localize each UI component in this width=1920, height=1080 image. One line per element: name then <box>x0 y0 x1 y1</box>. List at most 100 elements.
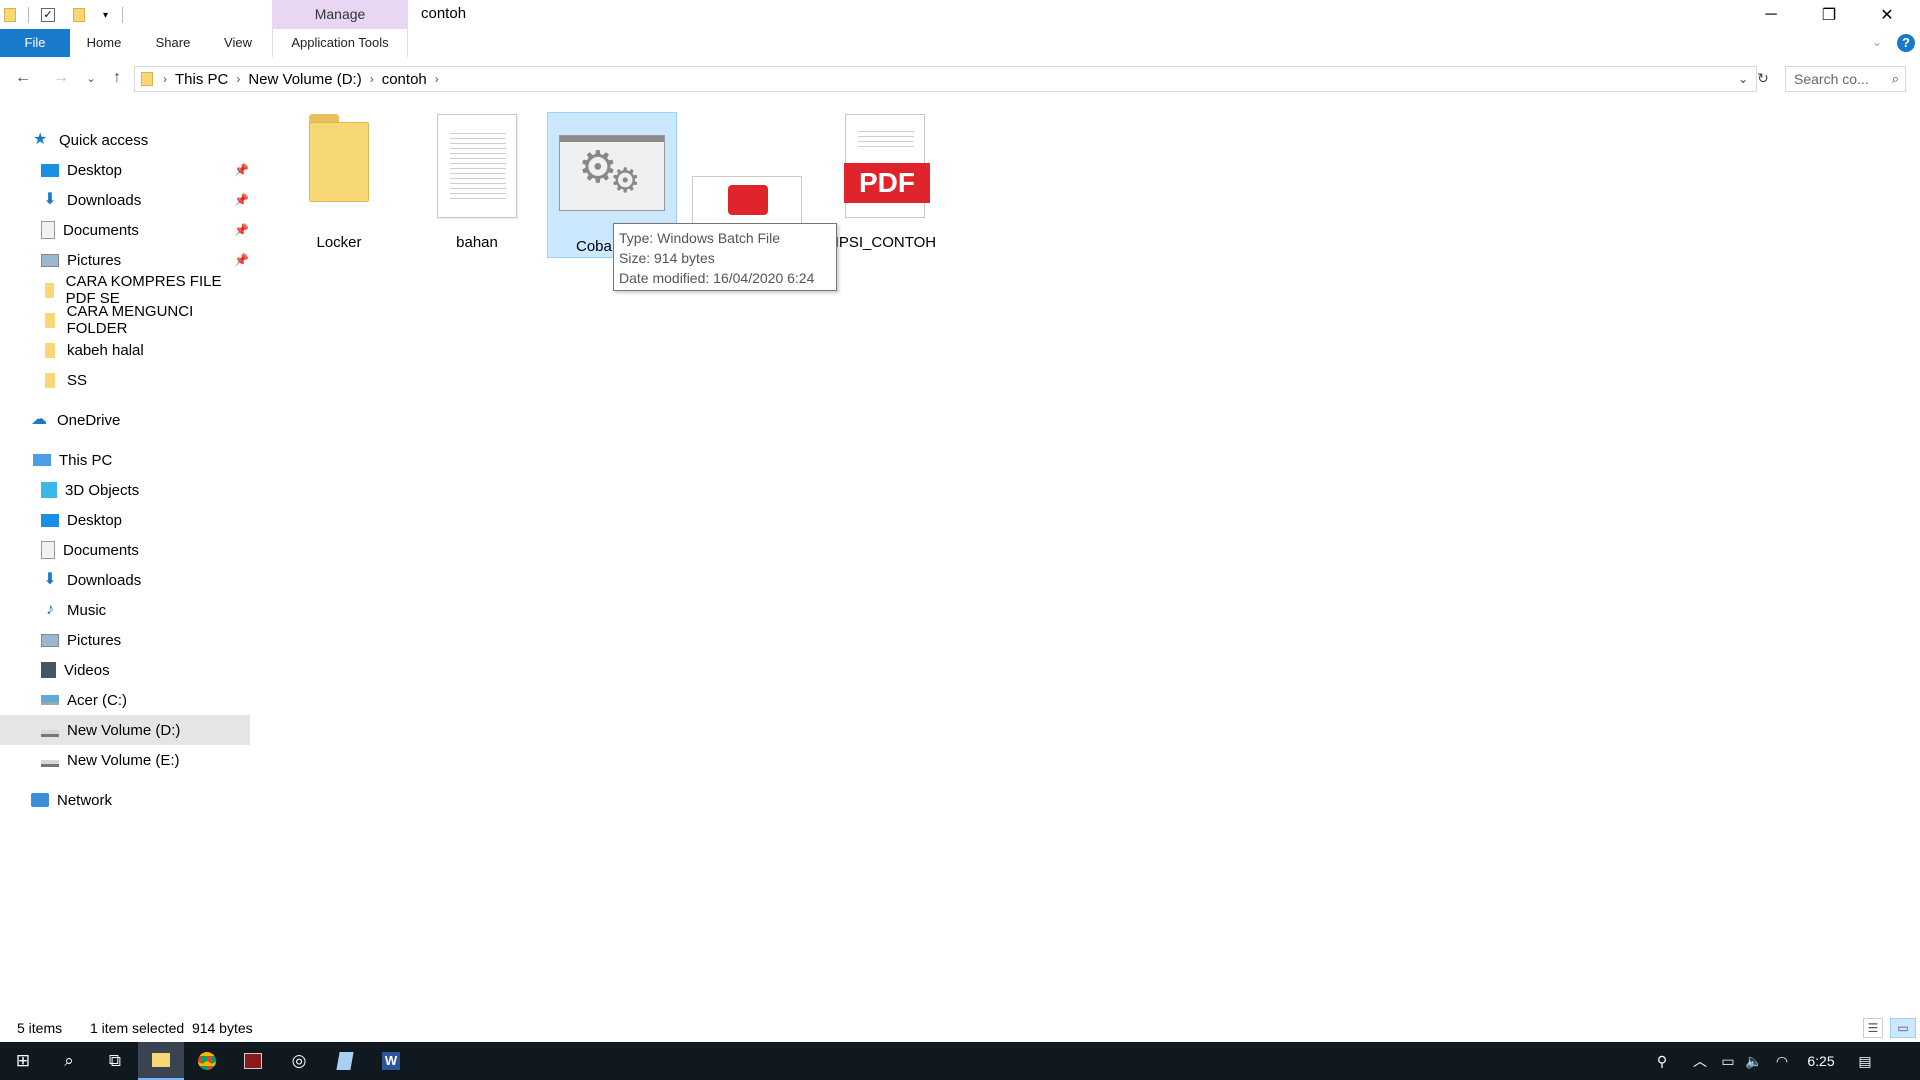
refresh-icon[interactable]: ↻ <box>1750 62 1776 94</box>
sidebar-item-videos[interactable]: Videos <box>0 655 250 685</box>
tooltip-date-modified: Date modified: 16/04/2020 6:24 <box>619 270 815 286</box>
folder-icon <box>45 312 55 328</box>
pin-icon[interactable]: 📌 <box>234 253 249 267</box>
sidebar-item-label: This PC <box>59 451 113 469</box>
notification-icon[interactable]: ▤ <box>1845 1053 1885 1070</box>
forward-arrow-icon[interactable]: → <box>48 62 74 94</box>
manage-tab[interactable]: Manage <box>272 0 408 29</box>
media-player-icon[interactable] <box>230 1042 276 1080</box>
notepad-icon[interactable] <box>322 1042 368 1080</box>
clock[interactable]: 6:25 <box>1797 1053 1845 1069</box>
sidebar-item-downloads[interactable]: ⬇ Downloads 📌 <box>0 185 250 215</box>
drive-icon <box>41 729 59 737</box>
file-item-kripsi-contoh[interactable]: PDF KRIPSI_CONTOH <box>814 114 950 264</box>
sidebar-item-ss[interactable]: SS <box>0 365 250 395</box>
help-icon[interactable]: ? <box>1897 34 1915 52</box>
tab-application-tools[interactable]: Application Tools <box>272 29 408 57</box>
word-icon[interactable]: W <box>368 1042 414 1080</box>
search-icon[interactable]: ⌕ <box>46 1042 92 1080</box>
chevron-right-icon[interactable]: › <box>153 72 169 86</box>
recent-locations-icon[interactable]: ⌄ <box>78 62 104 94</box>
file-list: Locker bahan ⚙ ⚙ Coba PDF KRIPSI_CONTOH <box>262 104 1912 1004</box>
tab-view[interactable]: View <box>218 29 258 57</box>
pin-icon[interactable]: 📌 <box>234 223 249 237</box>
sidebar-item-3d-objects[interactable]: 3D Objects <box>0 475 250 505</box>
sidebar-item-cara-mengunci[interactable]: CARA MENGUNCI FOLDER <box>0 303 250 337</box>
sidebar-item-pc-documents[interactable]: Documents <box>0 535 250 565</box>
sidebar-item-label: Downloads <box>67 191 142 209</box>
chevron-up-icon[interactable]: ︿ <box>1685 1051 1715 1071</box>
sidebar-item-label: OneDrive <box>57 411 121 429</box>
desktop-icon <box>41 513 59 527</box>
network-icon <box>31 793 49 807</box>
sidebar-item-desktop[interactable]: Desktop 📌 <box>0 155 250 185</box>
details-view-icon[interactable]: ☰ <box>1863 1018 1883 1038</box>
minimize-button[interactable]: ─ <box>1742 0 1800 29</box>
close-button[interactable]: ✕ <box>1858 0 1916 29</box>
volume-icon[interactable]: 🔈 <box>1741 1053 1767 1070</box>
sidebar-item-new-volume-d[interactable]: New Volume (D:) <box>0 715 250 745</box>
breadcrumb-new-volume-d[interactable]: New Volume (D:) <box>242 71 367 88</box>
wifi-icon[interactable]: ◠ <box>1767 1053 1797 1070</box>
large-icons-view-icon[interactable]: ▭ <box>1890 1018 1916 1038</box>
sidebar-item-pictures[interactable]: Pictures 📌 <box>0 245 250 275</box>
breadcrumb-contoh[interactable]: contoh <box>376 71 433 88</box>
computer-icon <box>33 454 51 466</box>
text-document-icon <box>437 114 517 218</box>
search-input[interactable]: Search co... ⌕ <box>1785 66 1906 92</box>
tooltip-type: Type: Windows Batch File <box>619 230 781 246</box>
people-icon[interactable]: ⚲ <box>1647 1053 1677 1070</box>
chevron-right-icon[interactable]: › <box>368 72 376 86</box>
tab-home[interactable]: Home <box>80 29 128 57</box>
windows-start-icon[interactable]: ⊞ <box>0 1042 46 1080</box>
back-arrow-icon[interactable]: ← <box>10 62 36 94</box>
chevron-right-icon[interactable]: › <box>433 72 441 86</box>
sidebar-item-label: Documents <box>63 541 139 559</box>
sidebar-item-onedrive[interactable]: ☁ OneDrive <box>0 405 250 435</box>
sidebar-item-label: Music <box>67 601 107 619</box>
properties-icon[interactable]: ✓ <box>41 8 55 22</box>
customize-qat-icon[interactable]: ▾ <box>103 10 108 21</box>
pin-icon[interactable]: 📌 <box>234 163 249 177</box>
sidebar-item-pc-pictures[interactable]: Pictures <box>0 625 250 655</box>
breadcrumb-this-pc[interactable]: This PC <box>169 71 234 88</box>
navigation-pane: ★ Quick access Desktop 📌 ⬇ Downloads 📌 D… <box>0 125 250 1025</box>
file-item-locker[interactable]: Locker <box>274 114 404 264</box>
address-dropdown-icon[interactable]: ⌄ <box>1738 72 1748 86</box>
address-input[interactable]: › This PC › New Volume (D:) › contoh › ⌄ <box>134 66 1757 92</box>
sidebar-item-this-pc[interactable]: This PC <box>0 445 250 475</box>
music-icon: ♪ <box>46 601 54 618</box>
pictures-icon <box>41 633 59 647</box>
sidebar-item-network[interactable]: Network <box>0 785 250 815</box>
chrome-icon[interactable] <box>184 1042 230 1080</box>
sidebar-item-documents[interactable]: Documents 📌 <box>0 215 250 245</box>
file-item-bahan[interactable]: bahan <box>412 114 542 264</box>
expand-ribbon-icon[interactable]: ⌄ <box>1872 35 1882 49</box>
sidebar-item-music[interactable]: ♪ Music <box>0 595 250 625</box>
new-folder-icon[interactable] <box>73 8 85 22</box>
gear-icon: ⚙ ⚙ <box>559 135 665 211</box>
battery-icon[interactable]: ▭ <box>1715 1053 1741 1070</box>
sidebar-item-label: 3D Objects <box>65 481 140 499</box>
sidebar-item-quick-access[interactable]: ★ Quick access <box>0 125 250 155</box>
sidebar-item-kabeh-halal[interactable]: kabeh halal <box>0 335 250 365</box>
app-icon[interactable]: ◎ <box>276 1042 322 1080</box>
pin-icon[interactable]: 📌 <box>234 193 249 207</box>
sidebar-item-cara-kompres[interactable]: CARA KOMPRES FILE PDF SE <box>0 273 250 307</box>
pictures-icon <box>41 253 59 267</box>
task-view-icon[interactable]: ⧉ <box>92 1042 138 1080</box>
restore-button[interactable]: ❐ <box>1800 0 1858 29</box>
tab-file[interactable]: File <box>0 29 70 57</box>
sidebar-item-pc-downloads[interactable]: ⬇ Downloads <box>0 565 250 595</box>
sidebar-item-new-volume-e[interactable]: New Volume (E:) <box>0 745 250 775</box>
file-explorer-icon[interactable] <box>138 1042 184 1080</box>
sidebar-item-acer-c[interactable]: Acer (C:) <box>0 685 250 715</box>
chevron-right-icon[interactable]: › <box>234 72 242 86</box>
sidebar-item-label: Desktop <box>67 161 123 179</box>
sidebar-item-label: SS <box>67 371 88 389</box>
sidebar-item-label: Desktop <box>67 511 123 529</box>
tab-share[interactable]: Share <box>150 29 196 57</box>
up-arrow-icon[interactable]: ↑ <box>104 62 130 94</box>
sidebar-item-pc-desktop[interactable]: Desktop <box>0 505 250 535</box>
ribbon-tabs: File Home Share View Application Tools ⌄… <box>0 29 1920 57</box>
